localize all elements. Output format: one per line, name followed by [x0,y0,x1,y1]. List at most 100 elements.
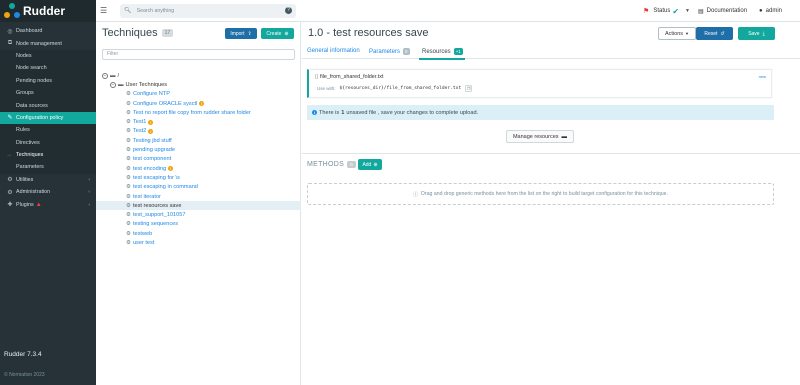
warning-icon: ▲ [35,201,42,208]
actions-dropdown[interactable]: Actions ▼ [658,27,696,40]
reset-button[interactable]: Reset ↺ [696,27,733,40]
sidebar-item-dashboard[interactable]: ◎ Dashboard [0,25,96,37]
technique-item[interactable]: ⚙ Configure NTP [96,90,301,99]
active-tab-indicator [419,58,465,60]
technique-item[interactable]: ⚙ testing sequences [96,220,301,229]
technique-item[interactable]: ⚙ test component [96,155,301,164]
brand[interactable]: Rudder [0,0,96,22]
upload-icon: ⇪ [247,30,252,37]
filter-input[interactable]: Filter [102,49,295,60]
technique-item[interactable]: ⚙ Testing jbd stuff [96,136,301,145]
techniques-count-badge: 17 [161,29,174,37]
sidebar-item-label: Plugins [16,201,34,208]
search-input[interactable]: 🔍︎ Search anything ? [120,3,296,18]
documentation-link[interactable]: ▤ Documentation [698,8,747,15]
technique-item[interactable]: ⚙ Test2! [96,127,301,136]
folder-icon: ▬ [118,81,124,88]
add-method-button[interactable]: Add ⊕ [358,159,382,170]
import-label: Import [230,30,245,37]
unsaved-info-alert: i There is 1 unsaved file , save your ch… [307,105,774,120]
techniques-panel: Techniques 17 Import ⇪ Create ⊕ Filter −… [96,22,301,385]
topbar: ☰ 🔍︎ Search anything ? ⚑ Status ✔ ▼ ▤ Do… [96,0,800,22]
sidebar-item-administration[interactable]: ⚙ Administration ‹ [0,186,96,198]
sidebar-item-label: Configuration policy [16,114,64,121]
warning-icon: ! [148,128,154,134]
help-icon[interactable]: ? [285,7,292,14]
gear-icon: ⚙ [126,165,131,172]
copy-icon[interactable]: ❐ [465,85,473,92]
technique-item[interactable]: ⚙ test escaping for \s [96,173,301,182]
sidebar-item-parameters[interactable]: Parameters [0,161,96,174]
technique-label: test component [132,156,172,163]
tree-root[interactable]: − ▬ / [96,71,301,80]
gear-icon: ⚙ [126,230,131,237]
documentation-label: Documentation [706,8,748,14]
warning-icon: ! [148,119,154,125]
rudder-logo-icon [4,3,20,19]
technique-item[interactable]: ⚙ test encoding! [96,164,301,173]
technique-item[interactable]: ⚙ test escaping in command [96,183,301,192]
sidebar-item-node-management[interactable]: ⧉ Node management [0,37,96,49]
tabs: General information Parameters 0 Resourc… [302,46,800,60]
gear-icon: ⚙ [126,221,131,228]
resource-status-badge: new [758,74,766,79]
sidebar-item-data-sources[interactable]: Data sources [0,99,96,112]
sidebar-item-configuration-policy[interactable]: ✎ Configuration policy [0,111,96,125]
tab-parameters[interactable]: Parameters 0 [369,48,410,55]
plus-circle-icon: ⊕ [284,30,289,37]
info-pre: There is [319,109,340,116]
technique-item[interactable]: ⚙ pending upgrade [96,145,301,154]
technique-label: test escaping in command [132,184,198,191]
info-icon: i [312,110,317,115]
sidebar-item-plugins[interactable]: ✚ Plugins ▲ ‹ [0,198,96,210]
sidebar-item-directives[interactable]: Directives [0,136,96,149]
chevron-left-icon: ‹ [88,201,90,208]
technique-item[interactable]: ⚙ testweb [96,229,301,238]
tab-label: Parameters [369,48,401,55]
methods-drop-zone[interactable]: ⓘ Drag and drop generic methods here fro… [307,183,774,205]
sidebar-item-pending-nodes[interactable]: Pending nodes [0,74,96,87]
save-button[interactable]: Save ⤓ [738,27,775,40]
technique-item[interactable]: ⚙ test_support_101057 [96,210,301,219]
manage-resources-button[interactable]: Manage resources ▬ [506,130,574,143]
sidebar-item-groups[interactable]: Groups [0,86,96,100]
technique-item[interactable]: ⚙ test iterator [96,192,301,201]
technique-label: test_support_101057 [132,212,186,219]
gear-icon: ⚙ [126,239,131,246]
sidebar-item-utilities[interactable]: ⚙ Utilities ‹ [0,174,96,186]
tab-resources[interactable]: Resources +1 [422,48,463,55]
technique-label: Testing jbd stuff [132,137,172,144]
technique-label: test resources save [132,202,182,209]
sidebar-item-label: Dashboard [16,28,43,35]
sidebar-item-node-search[interactable]: Node search [0,62,96,75]
chevron-left-icon: ‹ [88,189,90,196]
gear-icon: ⚙ [126,119,131,126]
technique-item[interactable]: ⚙ Configure ORACLE sysctl! [96,99,301,108]
collapse-toggle-icon[interactable]: − [102,72,108,79]
import-button[interactable]: Import ⇪ [225,28,257,39]
gear-icon: ⚙ [126,91,131,98]
sidebar-item-techniques[interactable]: → Techniques [0,148,96,162]
user-menu[interactable]: ● admin [759,8,782,14]
search-placeholder: Search anything [136,7,175,14]
collapse-toggle-icon[interactable]: − [110,81,116,88]
tree-folder[interactable]: − ▬ User Techniques [96,80,301,89]
menu-toggle-icon[interactable]: ☰ [100,6,116,15]
technique-item[interactable]: ⚙ Test1! [96,117,301,126]
sidebar-item-nodes[interactable]: Nodes [0,49,96,63]
technique-item[interactable]: ⚙ Test no report file copy from rudder sh… [96,108,301,117]
sidebar-item-label: Nodes [16,52,32,59]
sidebar-item-label: Directives [16,139,40,146]
status-label: Status [653,8,671,14]
sidebar-item-label: Administration [16,189,51,196]
tab-general-information[interactable]: General information [307,48,360,54]
technique-item[interactable]: ⚙ user test [96,238,301,247]
create-button[interactable]: Create ⊕ [261,28,294,39]
alert-icon[interactable]: ⚑ [643,7,649,15]
dashboard-icon: ◎ [7,28,13,35]
gear-icon: ⚙ [126,184,131,191]
status-menu[interactable]: Status ✔ ▼ [653,7,690,16]
sidebar-item-rules[interactable]: Rules [0,124,96,137]
technique-item[interactable]: ⚙ test resources save [96,201,301,211]
technique-label: Configure ORACLE sysctl [132,100,198,107]
